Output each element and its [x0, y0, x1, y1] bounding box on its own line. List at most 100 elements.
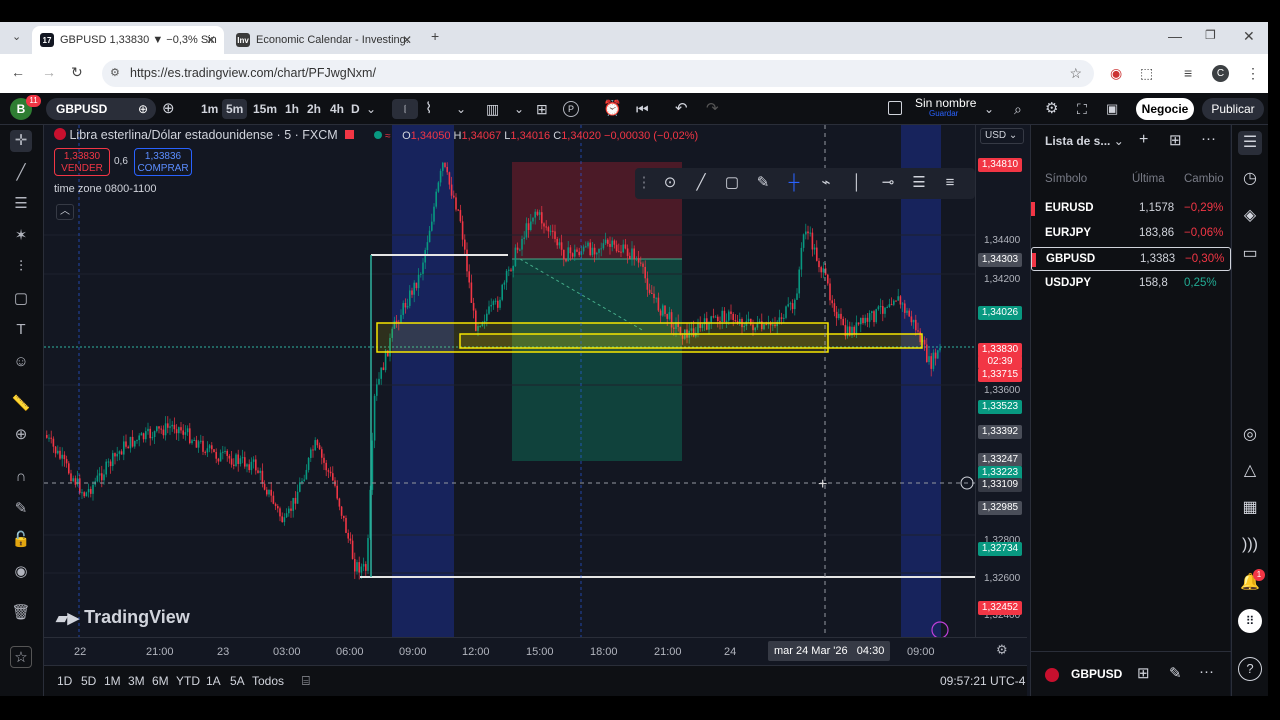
text-tool-icon[interactable]: T: [10, 319, 32, 341]
more-options-icon[interactable]: ···: [1201, 130, 1216, 147]
target-icon[interactable]: ◎: [1238, 423, 1262, 447]
time-axis[interactable]: 22 21:00 23 03:00 06:00 09:00 12:00 15:00 18:00 2…: [44, 637, 1027, 665]
yellow-zone-box-2[interactable]: [459, 333, 923, 349]
interval-4h[interactable]: 4h: [326, 99, 348, 119]
footer-more-icon[interactable]: ···: [1199, 663, 1214, 680]
back-icon[interactable]: ←: [11, 64, 25, 80]
browser-menu-icon[interactable]: ⋮: [1246, 65, 1260, 82]
chart-type-dropdown-icon[interactable]: ⌄: [456, 99, 466, 119]
range-Todos[interactable]: Todos: [252, 674, 284, 688]
cross-line-icon[interactable]: ┼: [779, 168, 809, 198]
range-5A[interactable]: 5A: [230, 674, 245, 688]
col-symbol-header[interactable]: Símbolo: [1045, 173, 1087, 185]
interval-1m[interactable]: 1m: [197, 99, 222, 119]
bookmark-star-icon[interactable]: ☆: [1069, 60, 1082, 87]
watchlist-row[interactable]: GBPUSD 1,3383 −0,30%: [1031, 247, 1231, 271]
watchlist-icon[interactable]: ☰: [1238, 131, 1262, 155]
crosshair-icon[interactable]: ✛: [10, 130, 32, 152]
symbol-search-button[interactable]: GBPUSD ⊕: [46, 98, 156, 120]
alt-button[interactable]: P: [563, 101, 579, 117]
forward-icon[interactable]: →: [42, 64, 56, 80]
range-YTD[interactable]: YTD: [176, 674, 200, 688]
close-tab-icon[interactable]: ✕: [206, 33, 216, 47]
vertical-line-icon[interactable]: │: [842, 168, 872, 198]
clock-label[interactable]: 09:57:21 UTC-4: [940, 674, 1025, 688]
restore-icon[interactable]: ❐: [1205, 28, 1216, 42]
rectangle-tool-icon[interactable]: ▢: [717, 168, 747, 198]
lock-icon[interactable]: 🔓: [10, 529, 32, 551]
ruler-icon[interactable]: 📏: [10, 393, 32, 415]
interval-15m[interactable]: 15m: [249, 99, 281, 119]
interval-dropdown-icon[interactable]: ⌄: [366, 99, 376, 119]
redo-icon[interactable]: ↷: [706, 99, 719, 119]
price-axis[interactable]: USD ⌄ 1,34400 1,34200 1,33600 1,32800 1,3260…: [975, 125, 1027, 637]
path-tool-icon[interactable]: ⌁: [811, 168, 841, 198]
interval-1h[interactable]: 1h: [281, 99, 303, 119]
quick-search-icon[interactable]: ⌕: [1014, 99, 1022, 119]
fib-retracement-icon[interactable]: ☰: [10, 193, 32, 215]
tab-tradingview[interactable]: 17 GBPUSD 1,33830 ▼ −0,3% Sin ✕: [32, 26, 224, 54]
col-change-header[interactable]: Cambio: [1184, 173, 1228, 185]
sell-button[interactable]: 1,33830 VENDER: [54, 148, 110, 176]
trash-icon[interactable]: 🗑: [10, 602, 32, 624]
extension-icon[interactable]: ◉: [1110, 65, 1122, 82]
new-tab-icon[interactable]: +: [431, 28, 439, 44]
tab-search-icon[interactable]: ⌄: [12, 30, 21, 43]
watchlist-row[interactable]: EURJPY 183,86 −0,06%: [1031, 222, 1231, 246]
templates-icon[interactable]: ⊞: [536, 99, 548, 119]
interval-2h[interactable]: 2h: [303, 99, 325, 119]
watchlist-row[interactable]: EURUSD 1,1578 −0,29%: [1031, 197, 1231, 221]
favorites-star-icon[interactable]: ☆: [10, 646, 32, 668]
close-window-icon[interactable]: ✕: [1243, 28, 1255, 45]
take-profit-zone[interactable]: [512, 259, 682, 461]
add-symbol-icon[interactable]: ⊕: [162, 99, 175, 119]
range-1D[interactable]: 1D: [57, 674, 72, 688]
url-bar[interactable]: ⚙ https://es.tradingview.com/chart/PFJwg…: [102, 60, 1094, 87]
lock-drawing-icon[interactable]: ✎: [10, 498, 32, 520]
range-6M[interactable]: 6M: [152, 674, 169, 688]
line-tool-icon[interactable]: ╱: [686, 168, 716, 198]
publish-button[interactable]: Publicar: [1202, 98, 1264, 120]
footer-grid-icon[interactable]: ⊞: [1137, 664, 1150, 682]
minimize-icon[interactable]: —: [1168, 28, 1182, 44]
chart-pane[interactable]: + Libra esterlina/Dólar estadounidense ·…: [44, 125, 975, 637]
advanced-view-icon[interactable]: ⊞: [1169, 131, 1182, 149]
indicator-legend[interactable]: time zone 0800-1100: [54, 183, 157, 195]
settings-list-icon[interactable]: ≡: [935, 168, 965, 198]
fullscreen-icon[interactable]: ⛶: [1077, 99, 1087, 119]
axis-settings-gear-icon[interactable]: ⚙: [996, 642, 1008, 658]
visibility-eye-icon[interactable]: ◉: [10, 561, 32, 583]
geometric-shapes-icon[interactable]: ▢: [10, 288, 32, 310]
range-5D[interactable]: 5D: [81, 674, 96, 688]
circle-tool-icon[interactable]: ⊙: [655, 168, 685, 198]
add-symbol-plus-icon[interactable]: +: [1139, 131, 1148, 149]
drag-handle-icon[interactable]: ⋮: [635, 168, 653, 198]
layout-name[interactable]: Sin nombre Guardar: [915, 96, 976, 118]
trade-button[interactable]: Negocie: [1136, 98, 1194, 120]
compare-icon[interactable]: ⊕: [138, 98, 148, 120]
layout-dropdown-icon[interactable]: ⌄: [984, 99, 994, 119]
buy-button[interactable]: 1,33836 COMPRAR: [134, 148, 192, 176]
watchlist-row[interactable]: USDJPY 158,8 0,25%: [1031, 272, 1231, 296]
tab-investing[interactable]: Inv Economic Calendar - Investing. ✕: [228, 26, 420, 54]
line-list-icon[interactable]: ☰: [904, 168, 934, 198]
zoom-in-icon[interactable]: ⊕: [10, 424, 32, 446]
horizontal-ray-icon[interactable]: ⊸: [873, 168, 903, 198]
footer-symbol[interactable]: GBPUSD: [1071, 667, 1122, 681]
interval-5m[interactable]: 5m: [222, 99, 248, 119]
brush-tool-icon[interactable]: ✎: [748, 168, 778, 198]
apps-grid-icon[interactable]: ⠿: [1238, 609, 1262, 633]
forecast-icon[interactable]: ⫶: [10, 256, 32, 278]
camera-icon[interactable]: ▣: [1106, 99, 1118, 119]
chat-icon[interactable]: ▭: [1238, 242, 1262, 266]
trend-line-icon[interactable]: ╱: [10, 162, 32, 184]
currency-selector[interactable]: USD ⌄: [980, 128, 1024, 144]
range-1A[interactable]: 1A: [206, 674, 221, 688]
profile-avatar[interactable]: C: [1212, 65, 1229, 82]
footer-edit-icon[interactable]: ✎: [1169, 664, 1182, 682]
col-last-header[interactable]: Última: [1132, 173, 1165, 185]
collapse-legend-icon[interactable]: ︿: [56, 204, 74, 220]
price-chart-svg[interactable]: +: [44, 125, 975, 637]
help-icon[interactable]: ?: [1238, 657, 1262, 681]
puzzle-extensions-icon[interactable]: ⬚: [1140, 65, 1153, 82]
